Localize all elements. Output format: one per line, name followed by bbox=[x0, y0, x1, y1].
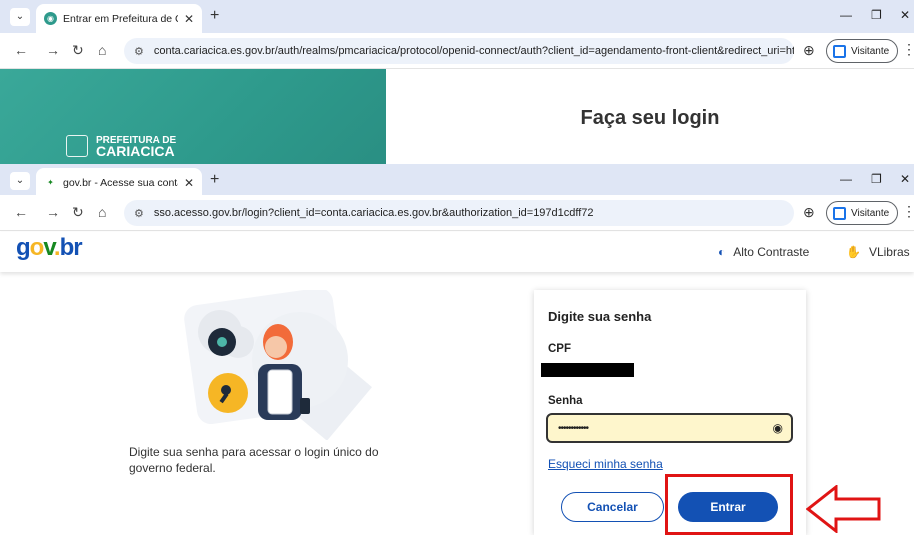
forward-icon[interactable]: → bbox=[46, 42, 60, 58]
url-text: conta.cariacica.es.gov.br/auth/realms/pm… bbox=[153, 45, 794, 57]
cpf-label: CPF bbox=[548, 343, 571, 355]
url-bar[interactable]: ⚙ sso.acesso.gov.br/login?client_id=cont… bbox=[124, 200, 794, 226]
cancel-button[interactable]: Cancelar bbox=[561, 492, 664, 522]
close-icon[interactable]: ✕ bbox=[184, 176, 194, 190]
url-bar[interactable]: ⚙ conta.cariacica.es.gov.br/auth/realms/… bbox=[124, 38, 794, 64]
password-value: •••••••••••• bbox=[558, 422, 589, 434]
restore-icon[interactable]: ❐ bbox=[871, 172, 882, 186]
login-caption: Digite sua senha para acessar o login ún… bbox=[129, 445, 379, 475]
favicon: ◉ bbox=[44, 12, 57, 25]
tab-list-icon[interactable]: ⌄ bbox=[10, 172, 30, 190]
url-text: sso.acesso.gov.br/login?client_id=conta.… bbox=[153, 207, 594, 219]
profile-button[interactable]: Visitante bbox=[826, 201, 899, 225]
govbr-logo[interactable]: gov.br bbox=[16, 234, 83, 262]
home-icon[interactable]: ⌂ bbox=[98, 42, 106, 58]
site-info-icon[interactable]: ⚙ bbox=[134, 45, 144, 58]
back-icon[interactable]: ← bbox=[14, 42, 28, 58]
tab-title: Entrar em Prefeitura de Cariacica bbox=[63, 12, 178, 25]
tab-strip: ⌄ ◉ Entrar em Prefeitura de Cariacica ✕ … bbox=[0, 0, 914, 33]
favicon: ✦ bbox=[47, 178, 54, 187]
brand-panel: PREFEITURA DE CARIACICA bbox=[0, 69, 386, 164]
menu-icon[interactable]: ⋮ bbox=[902, 41, 914, 58]
close-icon[interactable]: ✕ bbox=[184, 12, 194, 26]
back-icon[interactable]: ← bbox=[14, 204, 28, 220]
address-bar-2: ← → ↻ ⌂ ⚙ sso.acesso.gov.br/login?client… bbox=[0, 195, 914, 231]
new-tab-icon[interactable]: + bbox=[210, 171, 219, 189]
login-title: Faça seu login bbox=[580, 107, 720, 129]
home-icon[interactable]: ⌂ bbox=[98, 204, 106, 220]
password-input[interactable]: •••••••••••• ◉ bbox=[546, 413, 793, 443]
contrast-icon: ◐ bbox=[718, 245, 726, 259]
tab-title: gov.br - Acesse sua conta bbox=[63, 176, 178, 189]
vlibras-button[interactable]: ✋ VLibras bbox=[846, 245, 910, 259]
alto-contraste-button[interactable]: ◐ Alto Contraste bbox=[718, 245, 809, 259]
minimize-icon[interactable]: — bbox=[840, 172, 852, 186]
forgot-password-link[interactable]: Esqueci minha senha bbox=[548, 457, 663, 471]
screenshot-root: ⌄ ◉ Entrar em Prefeitura de Cariacica ✕ … bbox=[0, 0, 914, 535]
tab-list-icon[interactable]: ⌄ bbox=[10, 8, 30, 26]
reload-icon[interactable]: ↻ bbox=[72, 42, 84, 59]
profile-label: Visitante bbox=[851, 207, 890, 219]
profile-icon bbox=[833, 44, 846, 58]
tab-strip-2: ⌄ ✦ gov.br - Acesse sua conta ✕ + — ❐ ✕ bbox=[0, 164, 914, 197]
new-tab-icon[interactable]: + bbox=[210, 7, 219, 25]
forward-icon[interactable]: → bbox=[46, 204, 60, 220]
eye-icon[interactable]: ◉ bbox=[773, 421, 783, 435]
govbr-header: gov.br ◐ Alto Contraste ✋ VLibras bbox=[0, 232, 914, 272]
login-illustration bbox=[184, 290, 372, 440]
site-info-icon[interactable]: ⚙ bbox=[134, 207, 144, 220]
seal-icon bbox=[66, 135, 88, 157]
arrow-icon bbox=[806, 485, 881, 533]
highlight-box bbox=[665, 474, 793, 535]
profile-button[interactable]: Visitante bbox=[826, 39, 899, 63]
reload-icon[interactable]: ↻ bbox=[72, 204, 84, 221]
close-window-icon[interactable]: ✕ bbox=[900, 172, 910, 186]
extensions-icon[interactable]: ⊕ bbox=[803, 42, 815, 59]
menu-icon[interactable]: ⋮ bbox=[902, 203, 914, 220]
vlibras-label: VLibras bbox=[868, 245, 910, 259]
cariacica-page: PREFEITURA DE CARIACICA Faça seu login bbox=[0, 69, 914, 164]
profile-label: Visitante bbox=[851, 45, 890, 57]
alto-contraste-label: Alto Contraste bbox=[733, 245, 810, 259]
profile-icon bbox=[833, 206, 846, 220]
shield-icon bbox=[208, 328, 236, 356]
password-label: Senha bbox=[548, 395, 583, 407]
cpf-value-redacted bbox=[541, 363, 634, 377]
key-icon bbox=[208, 373, 248, 413]
close-window-icon[interactable]: ✕ bbox=[900, 8, 910, 22]
brand-line-2: CARIACICA bbox=[96, 143, 175, 159]
address-bar: ← → ↻ ⌂ ⚙ conta.cariacica.es.gov.br/auth… bbox=[0, 33, 914, 69]
minimize-icon[interactable]: — bbox=[840, 8, 852, 22]
card-title: Digite sua senha bbox=[548, 309, 652, 324]
tab-cariacica[interactable]: ◉ Entrar em Prefeitura de Cariacica ✕ bbox=[36, 4, 202, 33]
restore-icon[interactable]: ❐ bbox=[871, 8, 882, 22]
vlibras-icon: ✋ bbox=[846, 245, 861, 259]
tab-govbr[interactable]: ✦ gov.br - Acesse sua conta ✕ bbox=[36, 168, 202, 197]
extensions-icon[interactable]: ⊕ bbox=[803, 204, 815, 221]
prefeitura-logo: PREFEITURA DE CARIACICA bbox=[66, 135, 176, 159]
